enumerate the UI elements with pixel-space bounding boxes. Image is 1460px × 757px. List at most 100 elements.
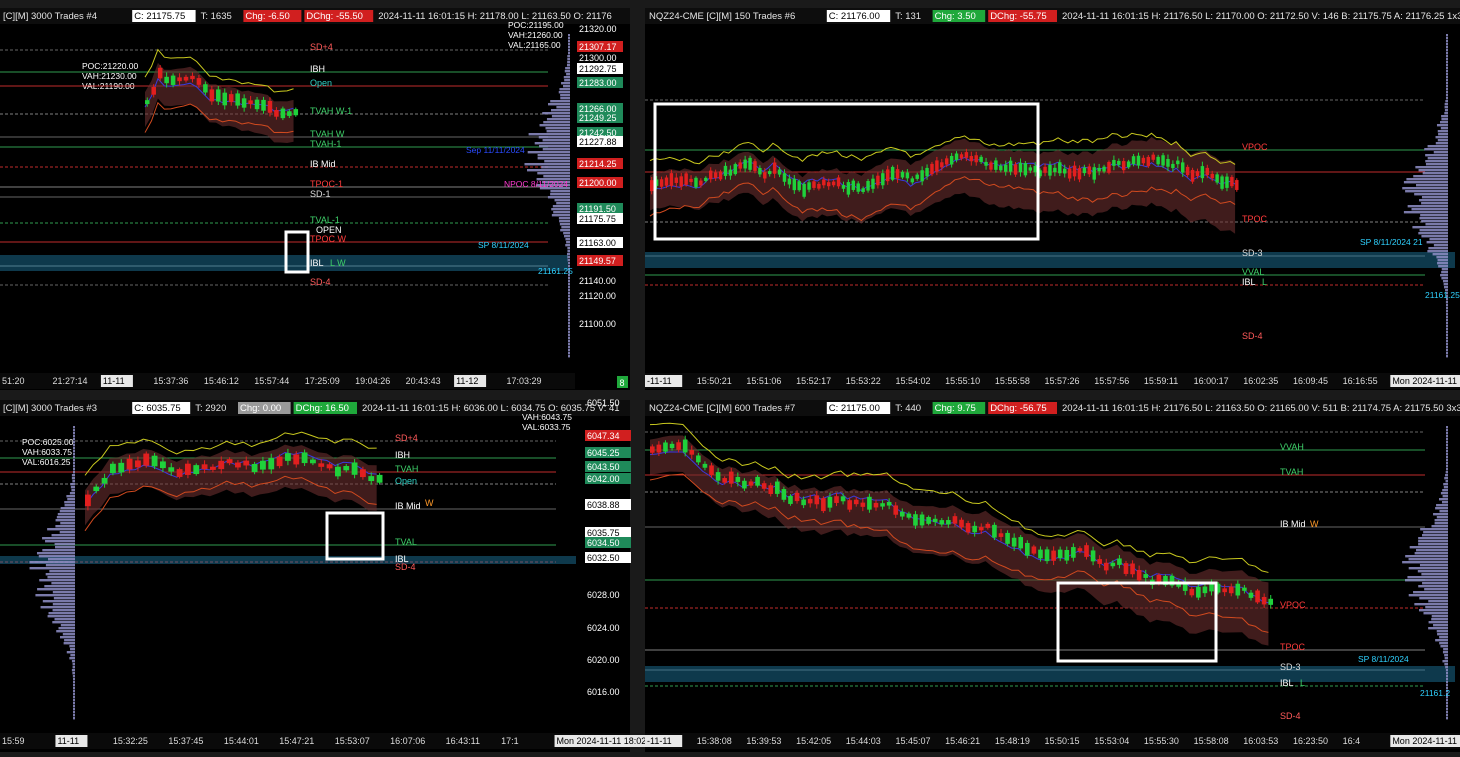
profile-bar <box>70 486 75 489</box>
profile-bar <box>542 139 570 142</box>
candle <box>1048 164 1052 176</box>
candle <box>846 182 851 195</box>
profile-bar <box>64 504 75 507</box>
candle <box>360 469 366 478</box>
time-axis[interactable]: -11-11 15:38:08 15:39:53 15:42:05 15:44:03 15… <box>645 733 1460 749</box>
header-field: T: 2920 <box>195 403 226 414</box>
stat-line: POC:21195.00 <box>508 20 564 30</box>
profile-bar <box>71 477 75 480</box>
candle <box>335 466 341 477</box>
profile-bar <box>1446 61 1448 64</box>
candle <box>1005 532 1010 544</box>
time-label: 15:46:21 <box>945 736 980 746</box>
profile-bar <box>567 259 570 262</box>
level-label: IB Mid <box>1280 519 1306 529</box>
profile-bar <box>1424 148 1448 151</box>
reference-label: 21161.25 <box>1425 290 1460 300</box>
profile-bar <box>1436 256 1448 259</box>
candle <box>689 450 695 455</box>
profile-bar <box>1446 426 1448 429</box>
profile-bar <box>1414 603 1448 606</box>
candle <box>218 460 225 470</box>
candle <box>1018 162 1023 173</box>
profile-bar <box>52 603 75 606</box>
price-label: 21163.00 <box>579 238 616 248</box>
profile-bar <box>73 714 75 717</box>
candle <box>1143 574 1149 578</box>
level-label: TVAL-1 <box>310 215 340 225</box>
panel-nqz24-150-trades[interactable]: NQZ24-CME [C][M] 150 Trades #6 C: 21176.0… <box>645 8 1460 390</box>
profile-bar <box>545 127 570 130</box>
profile-bar <box>71 474 75 477</box>
level-label: SD+4 <box>395 433 418 443</box>
candle <box>1136 155 1141 166</box>
candle <box>758 167 762 175</box>
profile-bar <box>1446 672 1448 675</box>
reference-label: Sep 11/11/2024 <box>466 145 525 155</box>
time-axis[interactable]: -11-11 15:50:21 15:51:06 15:52:17 15:53:22 15… <box>645 373 1460 389</box>
candle <box>709 465 714 476</box>
profile-bar <box>1439 636 1448 639</box>
level-label: TPOC <box>1280 642 1306 652</box>
candle <box>792 178 797 191</box>
profile-bar <box>1434 519 1448 522</box>
profile-bar <box>1441 115 1448 118</box>
profile-bar <box>1423 612 1448 615</box>
profile-bar <box>1428 621 1448 624</box>
panel-es-3000-trades-top[interactable]: [C][M] 3000 Trades #4 C: 21175.75 T: 1635 C… <box>0 8 630 390</box>
candle <box>1057 549 1063 559</box>
time-label: 15:32:25 <box>113 736 148 746</box>
candle <box>1082 167 1087 174</box>
header-field: [C][M] 3000 Trades #4 <box>3 11 97 22</box>
candle <box>738 162 742 169</box>
profile-bar <box>1431 618 1448 621</box>
time-label: 15:50:15 <box>1045 736 1080 746</box>
candle <box>151 455 158 467</box>
candle <box>1013 164 1018 175</box>
profile-bar <box>59 531 75 534</box>
profile-bar <box>1446 441 1448 444</box>
profile-bar <box>561 226 570 229</box>
profile-bar <box>1421 573 1448 576</box>
profile-bar <box>568 295 570 298</box>
profile-bar <box>568 286 570 289</box>
profile-bar <box>1446 70 1448 73</box>
profile-bar <box>1441 118 1448 121</box>
candle <box>1112 159 1116 166</box>
candle <box>684 173 688 185</box>
panel-nqz24-600-trades[interactable]: NQZ24-CME [C][M] 600 Trades #7 C: 21175.0… <box>645 400 1460 752</box>
profile-bar <box>568 328 570 331</box>
profile-bar <box>1446 334 1448 337</box>
candle <box>900 171 905 178</box>
profile-bar <box>71 660 75 663</box>
profile-bar <box>552 205 570 208</box>
profile-bar <box>1433 151 1448 154</box>
profile-bar <box>1425 163 1448 166</box>
candle <box>694 177 698 188</box>
profile-bar <box>1419 199 1448 202</box>
time-axis[interactable]: 15:59 11-11 15:32:25 15:37:45 15:44:01 15:47:… <box>0 733 686 749</box>
candle <box>860 502 866 507</box>
price-label: 6016.00 <box>587 687 620 697</box>
candle <box>679 176 683 187</box>
candle <box>926 516 931 524</box>
profile-bar <box>568 280 570 283</box>
time-label: 20:43:43 <box>406 376 441 386</box>
profile-bar <box>550 190 570 193</box>
candle <box>761 483 767 489</box>
candle <box>222 92 228 106</box>
profile-bar <box>72 471 75 474</box>
candle <box>143 453 150 466</box>
profile-bar <box>1406 178 1448 181</box>
panel-es-3000-trades-bottom[interactable]: [C][M] 3000 Trades #3 C: 6035.75 T: 2920 Ch… <box>0 398 686 752</box>
header-field: C: 21175.75 <box>134 11 185 22</box>
profile-bar <box>537 172 570 175</box>
price-label: 6034.50 <box>587 538 620 548</box>
candle <box>1077 548 1083 552</box>
candle <box>861 188 865 192</box>
price-label: 21292.75 <box>579 64 617 74</box>
candle <box>1136 569 1142 581</box>
header-field: T: 131 <box>895 11 921 22</box>
time-axis[interactable]: 51:20 21:27:14 11-11 15:37:36 15:46:12 15:57:… <box>0 373 575 389</box>
reference-label: 21161.2 <box>1420 688 1450 698</box>
